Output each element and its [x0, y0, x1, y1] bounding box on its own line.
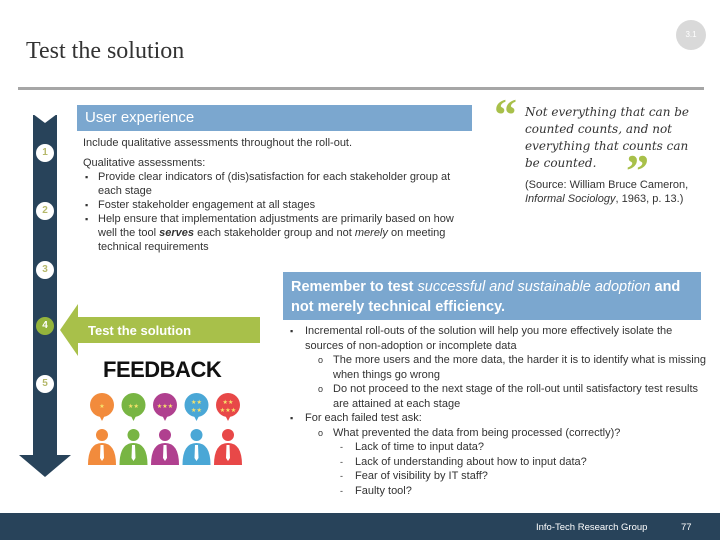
question-item: Lack of understanding about how to input…: [288, 455, 708, 470]
feedback-person: ★ ★ ★: [151, 393, 179, 465]
question-item: Faulty tool?: [288, 484, 708, 499]
remember-callout: Remember to test successful and sustaina…: [283, 272, 701, 320]
ux-list-heading: Qualitative assessments:: [83, 157, 206, 169]
ux-bullet: Provide clear indicators of (dis)satisfa…: [83, 170, 468, 198]
question-item: Fear of visibility by IT staff?: [288, 469, 708, 484]
tie-icon: [226, 445, 230, 461]
tie-icon: [194, 445, 199, 461]
star-icon: ★: [231, 407, 236, 414]
speech-bubble-tail: [130, 415, 137, 421]
remember-emphasis: successful and sustainable adoption: [417, 279, 651, 295]
person-head-icon: [96, 429, 108, 441]
page-title: Test the solution: [26, 38, 185, 64]
user-experience-heading: User experience: [77, 105, 472, 131]
ux-bullet-emphasis: serves: [159, 227, 195, 239]
green-arrow-label: Test the solution: [88, 323, 192, 338]
section-badge: 3.1: [676, 20, 706, 50]
question-item: Lack of time to input data?: [288, 440, 708, 455]
footer: Info-Tech Research Group 77: [0, 513, 720, 540]
star-icon: ★: [99, 403, 104, 410]
step-3[interactable]: 3: [36, 261, 54, 279]
step-5[interactable]: 5: [36, 375, 54, 393]
star-icon: ★: [197, 399, 202, 406]
details-sub-bullet: The more users and the more data, the ha…: [288, 353, 708, 382]
details-bullet: Incremental roll-outs of the solution wi…: [288, 324, 708, 353]
timeline-arrow-head: [19, 455, 71, 477]
footer-org: Info-Tech Research Group: [536, 522, 648, 533]
star-icon: ★: [197, 407, 202, 414]
user-experience-body: Include qualitative assessments througho…: [83, 136, 468, 254]
details-body: Incremental roll-outs of the solution wi…: [288, 324, 708, 498]
feedback-people-illustration: ★ ★ ★ ★ ★ ★★ ★★ ★★ ★★ ★ ★: [88, 393, 242, 465]
feedback-person: ★ ★★ ★ ★: [214, 393, 242, 465]
step-4[interactable]: 4: [36, 317, 54, 335]
feedback-person: ★ ★★ ★: [182, 393, 211, 465]
timeline-bar: [33, 115, 57, 455]
person-head-icon: [159, 429, 171, 441]
quote-text: Not everything that can be counted count…: [525, 105, 690, 170]
ux-bullets: Provide clear indicators of (dis)satisfa…: [83, 170, 468, 254]
details-sub-bullet: Do not proceed to the next stage of the …: [288, 382, 708, 411]
details-bullet: For each failed test ask:: [288, 411, 708, 426]
ux-intro: Include qualitative assessments througho…: [83, 137, 353, 149]
quote-source-title: Informal Sociology: [525, 193, 616, 205]
star-icon: ★: [168, 403, 173, 410]
timeline-notch: [33, 114, 57, 124]
star-icon: ★: [134, 403, 139, 410]
ux-bullet-emphasis: merely: [354, 227, 388, 239]
title-divider: [18, 87, 704, 90]
person-head-icon: [222, 429, 234, 441]
step-2[interactable]: 2: [36, 202, 54, 220]
quote-source: (Source: William Bruce Cameron, Informal…: [525, 178, 705, 206]
feedback-person: ★: [88, 393, 116, 465]
ux-bullet-text: each stakeholder group and not: [194, 227, 355, 239]
speech-bubble-tail: [193, 415, 200, 421]
person-head-icon: [190, 429, 203, 441]
tie-icon: [131, 445, 136, 461]
feedback-person: ★ ★: [119, 393, 148, 465]
speech-bubble-tail: [162, 415, 168, 421]
speech-bubble-tail: [225, 415, 231, 421]
details-sub-bullet: What prevented the data from being proce…: [288, 426, 708, 441]
open-quote-icon: “: [494, 89, 517, 140]
details-bullet-text: Incremental roll-outs of the solution wi…: [305, 325, 673, 352]
tie-icon: [100, 445, 104, 461]
tie-icon: [163, 445, 167, 461]
ux-bullet: Foster stakeholder engagement at all sta…: [83, 198, 468, 212]
feedback-title: FEEDBACK: [103, 357, 222, 382]
speech-bubble-tail: [99, 415, 105, 421]
quote-source-text: (Source: William Bruce Cameron,: [525, 179, 689, 191]
person-head-icon: [127, 429, 140, 441]
step-1[interactable]: 1: [36, 144, 54, 162]
quote-source-text: , 1963, p. 13.): [615, 193, 684, 205]
star-icon: ★: [228, 399, 233, 406]
page-number: 77: [681, 522, 692, 533]
ux-bullet: Help ensure that implementation adjustme…: [83, 212, 468, 254]
remember-text: Remember to test: [291, 279, 418, 295]
